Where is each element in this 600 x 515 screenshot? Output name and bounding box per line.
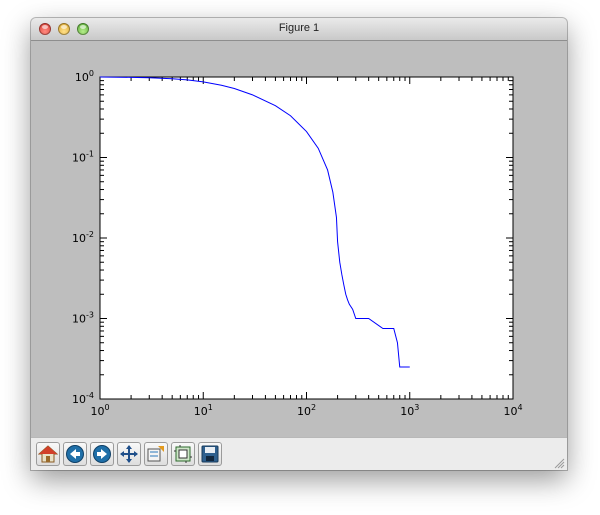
x-tick-label: 100 (90, 403, 109, 418)
y-tick-label: 10-1 (72, 150, 94, 165)
zoom-rectangle-icon (147, 446, 164, 462)
plot-svg: 100 101 102 103 104 10-4 10-3 10-2 10-1 100 (72, 69, 523, 418)
pan-button[interactable] (117, 442, 141, 466)
x-tick-label: 104 (503, 403, 522, 418)
forward-button[interactable] (90, 442, 114, 466)
plot-area (99, 76, 514, 400)
save-button[interactable] (198, 442, 222, 466)
home-icon (38, 445, 58, 463)
y-tick-label: 100 (75, 69, 94, 84)
y-tick-labels: 10-4 10-3 10-2 10-1 100 (72, 69, 94, 406)
floppy-disk-icon (201, 445, 219, 463)
back-arrow-icon (66, 445, 84, 463)
zoom-button[interactable] (144, 442, 168, 466)
home-button[interactable] (36, 442, 60, 466)
figure-window: Figure 1 100 101 102 103 104 10-4 10-3 10-2 10-… (31, 18, 567, 470)
forward-arrow-icon (93, 445, 111, 463)
x-tick-label: 102 (297, 403, 316, 418)
x-tick-label: 103 (400, 403, 419, 418)
navigation-toolbar (31, 437, 567, 470)
figure-canvas: 100 101 102 103 104 10-4 10-3 10-2 10-1 100 (31, 41, 567, 437)
move-arrows-icon (120, 445, 138, 463)
back-button[interactable] (63, 442, 87, 466)
subplots-button[interactable] (171, 442, 195, 466)
y-tick-label: 10-4 (72, 391, 94, 406)
x-tick-label: 101 (194, 403, 213, 418)
y-tick-label: 10-2 (72, 230, 94, 245)
resize-grip-icon[interactable] (553, 457, 565, 469)
y-tick-label: 10-3 (72, 311, 94, 326)
title-bar[interactable]: Figure 1 (31, 18, 567, 41)
subplots-config-icon (174, 445, 192, 463)
x-tick-labels: 100 101 102 103 104 (90, 403, 522, 418)
window-title: Figure 1 (278, 22, 320, 34)
